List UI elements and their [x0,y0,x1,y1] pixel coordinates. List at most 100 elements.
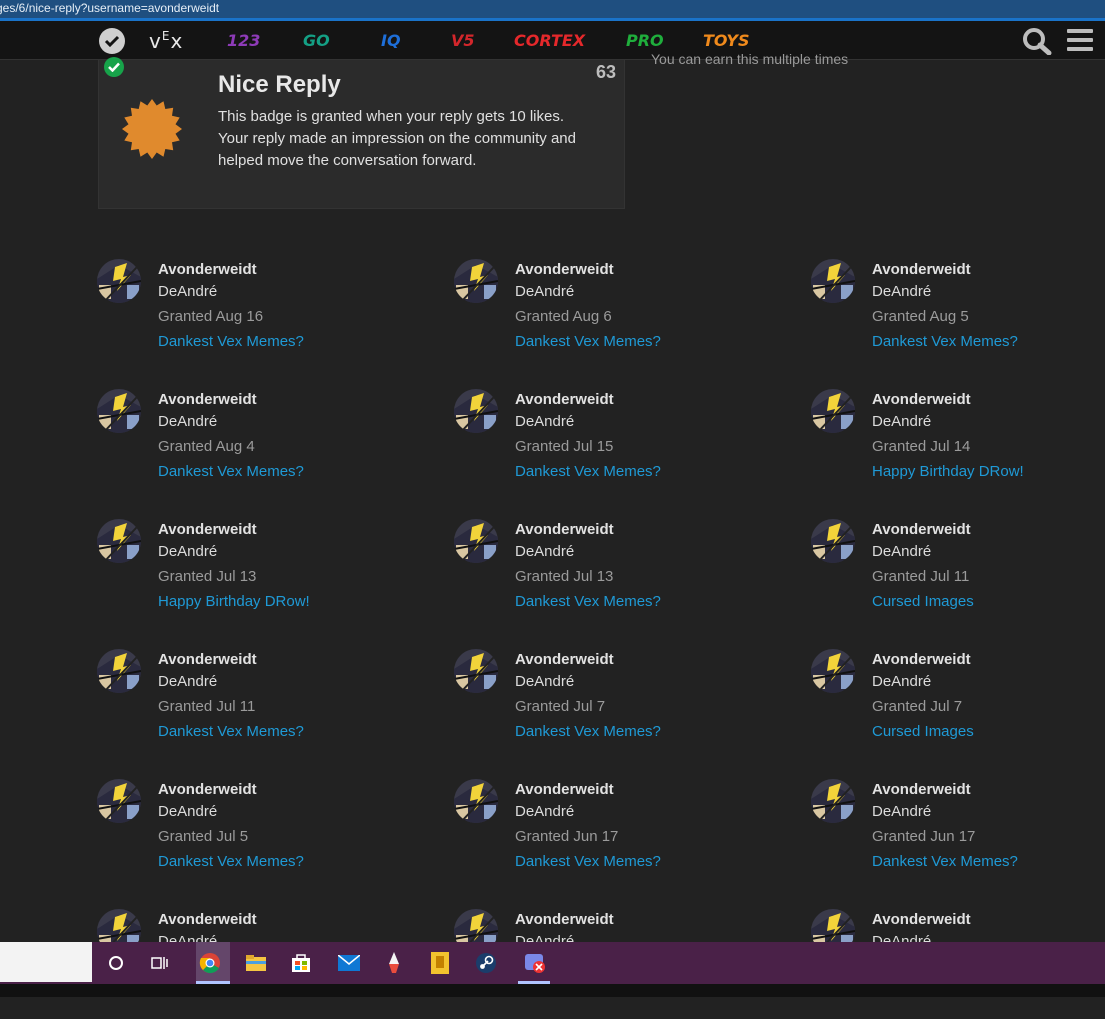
nav-link-pro[interactable]: PRO [626,31,664,50]
avatar[interactable] [97,519,141,563]
avatar[interactable] [811,389,855,433]
topic-link[interactable]: Happy Birthday DRow! [158,593,310,610]
real-name: DeAndré [515,673,575,690]
granted-date: Granted Jul 13 [158,568,257,585]
vex-logo[interactable]: vEx [149,29,183,53]
username-link[interactable]: Avonderweidt [872,391,971,408]
slides-icon[interactable] [428,951,452,975]
nav-link-v5[interactable]: V5 [451,31,475,50]
topic-link[interactable]: Cursed Images [872,593,974,610]
granted-date: Granted Jul 11 [872,568,970,585]
taskbar-search-box[interactable] [0,942,92,982]
username-link[interactable]: Avonderweidt [515,781,614,798]
mail-icon[interactable] [337,951,361,975]
real-name: DeAndré [872,803,932,820]
username-link[interactable]: Avonderweidt [158,651,257,668]
username-link[interactable]: Avonderweidt [872,781,971,798]
avatar[interactable] [97,779,141,823]
real-name: DeAndré [158,413,218,430]
username-link[interactable]: Avonderweidt [872,651,971,668]
grant-card: Avonderweidt DeAndré Granted Jul 7 Dankest … [454,649,774,759]
steam-icon[interactable] [474,951,498,975]
topic-link[interactable]: Dankest Vex Memes? [515,723,661,740]
nav-link-cortex[interactable]: CORTEX [514,31,585,50]
grant-card: Avonderweidt DeAndré Granted Jun 17 Dankest… [454,779,774,889]
username-link[interactable]: Avonderweidt [158,521,257,538]
real-name: DeAndré [158,803,218,820]
grant-card: Avonderweidt DeAndré Granted Aug 16 Dankest… [97,259,417,369]
granted-check-icon [104,57,124,77]
avatar[interactable] [97,259,141,303]
avatar[interactable] [454,389,498,433]
topic-link[interactable]: Dankest Vex Memes? [872,333,1018,350]
username-link[interactable]: Avonderweidt [872,521,971,538]
grant-card: Avonderweidt DeAndré Granted Jul 15 Dankest… [454,389,774,499]
windows-taskbar [0,942,1105,984]
avatar[interactable] [811,519,855,563]
username-link[interactable]: Avonderweidt [515,391,614,408]
username-link[interactable]: Avonderweidt [515,911,614,928]
real-name: DeAndré [158,543,218,560]
topic-link[interactable]: Cursed Images [872,723,974,740]
topic-link[interactable]: Dankest Vex Memes? [515,593,661,610]
task-view-icon[interactable] [148,951,172,975]
topic-link[interactable]: Dankest Vex Memes? [158,723,304,740]
username-link[interactable]: Avonderweidt [158,911,257,928]
topic-link[interactable]: Dankest Vex Memes? [158,463,304,480]
topic-link[interactable]: Dankest Vex Memes? [515,333,661,350]
browser-url-bar[interactable]: ges/6/nice-reply?username=avonderweidt [0,0,1105,21]
real-name: DeAndré [515,283,575,300]
avatar[interactable] [454,779,498,823]
real-name: DeAndré [872,413,932,430]
topic-link[interactable]: Dankest Vex Memes? [158,853,304,870]
grant-card: Avonderweidt DeAndré Granted Jul 5 Dankest … [97,779,417,889]
username-link[interactable]: Avonderweidt [158,391,257,408]
avatar[interactable] [811,259,855,303]
topic-link[interactable]: Dankest Vex Memes? [515,853,661,870]
hamburger-menu-icon[interactable] [1067,27,1093,53]
grant-card: Avonderweidt DeAndré Granted Jul 14 Happy B… [811,389,1105,499]
avatar[interactable] [454,519,498,563]
granted-date: Granted Aug 5 [872,308,969,325]
check-icon[interactable] [99,28,125,54]
topic-link[interactable]: Dankest Vex Memes? [515,463,661,480]
topic-link[interactable]: Dankest Vex Memes? [872,853,1018,870]
granted-date: Granted Jul 11 [158,698,256,715]
grant-card: Avonderweidt DeAndré Granted Jun 17 Dankest… [811,779,1105,889]
grant-card: Avonderweidt DeAndré Granted Jul 11 Dankest… [97,649,417,759]
store-icon[interactable] [289,951,313,975]
real-name: DeAndré [872,673,932,690]
granted-date: Granted Jul 13 [515,568,614,585]
granted-date: Granted Jul 7 [515,698,606,715]
avatar[interactable] [811,779,855,823]
topic-link[interactable]: Happy Birthday DRow! [872,463,1024,480]
app-icon[interactable] [523,951,547,975]
avatar[interactable] [454,259,498,303]
nav-link-iq[interactable]: IQ [381,31,401,50]
username-link[interactable]: Avonderweidt [515,521,614,538]
nav-link-toys[interactable]: TOYS [703,31,749,50]
avatar[interactable] [97,389,141,433]
username-link[interactable]: Avonderweidt [158,261,257,278]
avatar[interactable] [97,649,141,693]
search-icon[interactable] [1021,27,1053,56]
cortana-circle-icon[interactable] [104,951,128,975]
username-link[interactable]: Avonderweidt [515,651,614,668]
topic-link[interactable]: Dankest Vex Memes? [158,333,304,350]
granted-date: Granted Jul 5 [158,828,249,845]
screen-bottom-edge [0,984,1105,997]
paint-icon[interactable] [382,951,406,975]
file-explorer-icon[interactable] [244,951,268,975]
nav-link-go[interactable]: GO [303,31,330,50]
avatar[interactable] [811,649,855,693]
real-name: DeAndré [872,283,932,300]
username-link[interactable]: Avonderweidt [515,261,614,278]
username-link[interactable]: Avonderweidt [158,781,257,798]
badge-description: This badge is granted when your reply ge… [218,108,576,169]
username-link[interactable]: Avonderweidt [872,261,971,278]
nav-link-123[interactable]: 123 [227,31,260,50]
avatar[interactable] [454,649,498,693]
badge-side-note: You can earn this multiple times [651,51,849,67]
username-link[interactable]: Avonderweidt [872,911,971,928]
chrome-icon[interactable] [198,951,222,975]
